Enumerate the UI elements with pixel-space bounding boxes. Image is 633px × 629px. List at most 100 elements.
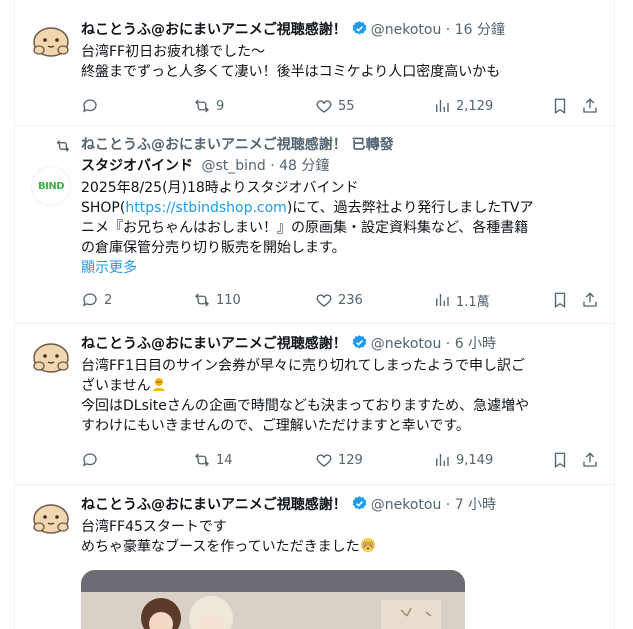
author-name[interactable]: ねことうふ@おにまいアニメご視聴感謝！ bbox=[81, 22, 347, 38]
like-button[interactable]: 236 bbox=[315, 290, 363, 310]
repost-button[interactable]: 110 bbox=[193, 290, 241, 310]
booth-photo-image bbox=[81, 570, 465, 629]
views-button[interactable]: 1.1萬 bbox=[433, 290, 490, 310]
views-button[interactable]: 9,149 bbox=[433, 450, 493, 470]
tweet-text-line: すわけにもいきませんので、ご理解いただけますと幸いです。 bbox=[81, 418, 470, 434]
separator-dot: · bbox=[441, 336, 455, 352]
tweet-time[interactable]: 7 小時 bbox=[455, 497, 496, 513]
repost-icon bbox=[195, 99, 209, 113]
repost-label[interactable]: ねことうふ@おにまいアニメご視聴感謝！ 已轉發 bbox=[81, 134, 394, 154]
heart-icon bbox=[316, 100, 332, 113]
reply-icon bbox=[82, 453, 97, 467]
share-button[interactable] bbox=[581, 96, 599, 116]
views-icon bbox=[436, 454, 449, 466]
views-icon bbox=[436, 294, 449, 306]
reply-count: 2 bbox=[104, 292, 113, 308]
author-name[interactable]: ねことうふ@おにまいアニメご視聴感謝！ bbox=[81, 497, 347, 513]
bookmark-icon bbox=[554, 98, 566, 115]
avatar-logo-text: BIND bbox=[37, 180, 65, 192]
tweet-media-image[interactable] bbox=[81, 570, 465, 629]
tweet[interactable]: ねことうふ@おにまいアニメご視聴感謝！ @nekotou · 16 分鐘 台湾FF… bbox=[15, 8, 614, 126]
views-count: 9,149 bbox=[456, 452, 494, 468]
bowing-person-emoji-icon bbox=[152, 378, 165, 391]
avatar[interactable] bbox=[31, 20, 71, 60]
reply-button[interactable]: 2 bbox=[81, 290, 112, 310]
show-more-link[interactable]: 顯示更多 bbox=[81, 258, 601, 278]
views-icon bbox=[436, 100, 449, 112]
tweet-text-line: 台湾FF初日お疲れ様でした～ bbox=[81, 44, 266, 60]
author-handle[interactable]: @nekotou bbox=[371, 336, 442, 352]
flushed-face-emoji-icon bbox=[360, 538, 375, 552]
tweet-time[interactable]: 48 分鐘 bbox=[279, 158, 329, 174]
bookmark-button[interactable] bbox=[551, 450, 569, 470]
tweet-actions: 2 110 236 1.1萬 bbox=[81, 290, 601, 310]
separator-dot: · bbox=[441, 497, 455, 513]
tweet-text-line: 今回はDLsiteさんの企画で時間なども決まっておりますため、急遽増や bbox=[81, 398, 530, 414]
tweet-text: 2025年8/25(月)18時よりスタジオバインド SHOP(https://s… bbox=[81, 178, 601, 278]
author-name[interactable]: スタジオバインド bbox=[81, 158, 193, 174]
bookmark-button[interactable] bbox=[551, 96, 569, 116]
author-handle[interactable]: @nekotou bbox=[371, 22, 442, 38]
tweet-time[interactable]: 16 分鐘 bbox=[455, 22, 505, 38]
bookmark-button[interactable] bbox=[551, 290, 569, 310]
tweet-header: ねことうふ@おにまいアニメご視聴感謝！ @nekotou · 7 小時 bbox=[81, 495, 602, 515]
tweet-header: ねことうふ@おにまいアニメご視聴感謝！ @nekotou · 6 小時 bbox=[81, 334, 602, 354]
repost-indicator-icon bbox=[56, 140, 70, 152]
timeline-feed: ねことうふ@おにまいアニメご視聴感謝！ @nekotou · 16 分鐘 台湾FF… bbox=[14, 0, 615, 629]
tweet-text: 台湾FF初日お疲れ様でした～ 終盤までずっと人多くて凄い！後半はコミケより人口密… bbox=[81, 42, 601, 82]
repost-icon bbox=[195, 453, 209, 467]
views-count: 2,129 bbox=[456, 98, 494, 114]
repost-count: 9 bbox=[216, 98, 225, 114]
share-button[interactable] bbox=[581, 290, 599, 310]
bookmark-icon bbox=[554, 292, 566, 309]
reply-button[interactable] bbox=[81, 450, 104, 470]
like-count: 236 bbox=[338, 292, 363, 308]
tweet-text-line: SHOP(https://stbindshop.com)にて、過去弊社より発行し… bbox=[81, 200, 534, 216]
bookmark-icon bbox=[554, 452, 566, 469]
tweet[interactable]: ねことうふ@おにまいアニメご視聴感謝！ 已轉發 BIND スタジオバインド @s… bbox=[15, 126, 614, 324]
heart-icon bbox=[316, 454, 332, 467]
views-count: 1.1萬 bbox=[456, 294, 490, 310]
heart-icon bbox=[316, 294, 332, 307]
reply-icon bbox=[82, 293, 97, 307]
share-button[interactable] bbox=[581, 450, 599, 470]
tweet-header: ねことうふ@おにまいアニメご視聴感謝！ @nekotou · 16 分鐘 bbox=[81, 20, 602, 40]
repost-button[interactable]: 9 bbox=[193, 96, 224, 116]
tweet[interactable]: ねことうふ@おにまいアニメご視聴感謝！ @nekotou · 6 小時 台湾FF1… bbox=[15, 324, 614, 485]
reply-icon bbox=[82, 99, 97, 113]
share-icon bbox=[583, 452, 597, 467]
author-handle[interactable]: @nekotou bbox=[371, 497, 442, 513]
author-handle[interactable]: @st_bind bbox=[201, 158, 265, 174]
like-button[interactable]: 129 bbox=[315, 450, 363, 470]
tweet-text-line: 終盤までずっと人多くて凄い！後半はコミケより人口密度高いかも bbox=[81, 64, 501, 80]
repost-count: 14 bbox=[216, 452, 233, 468]
author-name[interactable]: ねことうふ@おにまいアニメご視聴感謝！ bbox=[81, 336, 347, 352]
tweet-text-line: ニメ『お兄ちゃんはおしまい！』の原画集・設定資料集など、各種書籍 bbox=[81, 220, 529, 236]
verified-badge-icon bbox=[352, 21, 367, 35]
views-button[interactable]: 2,129 bbox=[433, 96, 493, 116]
tweet-link[interactable]: https://stbindshop.com bbox=[125, 200, 286, 216]
share-icon bbox=[583, 292, 597, 307]
like-button[interactable]: 55 bbox=[315, 96, 355, 116]
tweet-text-line: 台湾FF1日目のサイン会券が早々に売り切れてしまったようで申し訳ご bbox=[81, 358, 526, 374]
avatar[interactable]: BIND bbox=[31, 166, 71, 206]
tweet-text-line: 台湾FF45スタートです bbox=[81, 519, 227, 535]
tweet-text-line: 2025年8/25(月)18時よりスタジオバインド bbox=[81, 180, 359, 196]
separator-dot: · bbox=[265, 158, 280, 174]
tweet-text: 台湾FF45スタートです めちゃ豪華なブースを作っていただきました bbox=[81, 517, 601, 557]
avatar[interactable] bbox=[31, 336, 71, 376]
tweet-actions: 9 55 2,129 bbox=[81, 96, 601, 116]
tweet-text: 台湾FF1日目のサイン会券が早々に売り切れてしまったようで申し訳ご ざいません … bbox=[81, 356, 601, 436]
tweet-time[interactable]: 6 小時 bbox=[455, 336, 496, 352]
tweet-actions: 14 129 9,149 bbox=[81, 450, 601, 470]
separator-dot: · bbox=[441, 22, 455, 38]
repost-icon bbox=[195, 293, 209, 307]
reply-button[interactable] bbox=[81, 96, 104, 116]
like-count: 55 bbox=[338, 98, 355, 114]
tweet-header: スタジオバインド @st_bind · 48 分鐘 bbox=[81, 156, 602, 176]
repost-count: 110 bbox=[216, 292, 241, 308]
avatar[interactable] bbox=[31, 497, 71, 537]
repost-button[interactable]: 14 bbox=[193, 450, 233, 470]
verified-badge-icon bbox=[352, 496, 367, 510]
tweet-text-line: めちゃ豪華なブースを作っていただきました bbox=[81, 537, 601, 557]
